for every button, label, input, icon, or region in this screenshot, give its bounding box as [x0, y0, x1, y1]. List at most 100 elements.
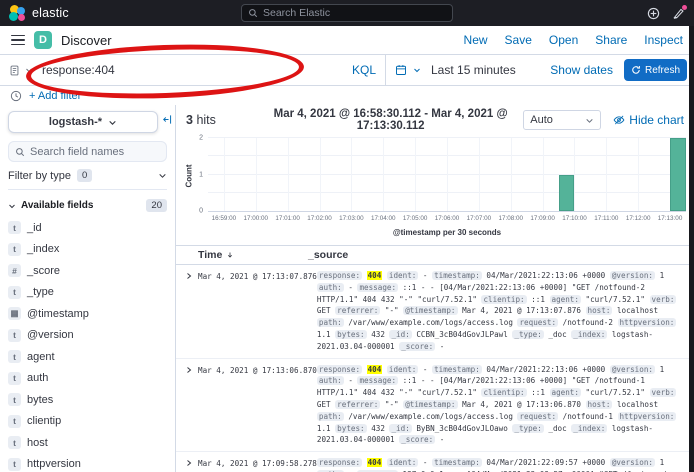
discover-app-badge[interactable]: D	[34, 31, 52, 49]
hide-chart-button[interactable]: Hide chart	[613, 113, 684, 127]
interval-select[interactable]: Auto	[523, 110, 601, 130]
field-item-httpversion[interactable]: thttpversion	[8, 454, 167, 472]
available-fields-header[interactable]: Available fields 20	[0, 190, 175, 217]
show-dates-button[interactable]: Show dates	[550, 63, 613, 77]
field-type-icon: t	[8, 221, 21, 234]
x-tick-label: 17:08:00	[498, 215, 523, 222]
query-bar: response:404 KQL Last 15 minutes Show da…	[0, 55, 694, 86]
query-input[interactable]: response:404 KQL	[0, 55, 386, 85]
filter-options-clock-icon[interactable]	[10, 90, 22, 102]
x-tick-label: 17:05:00	[403, 215, 428, 222]
x-tick-label: 17:06:00	[435, 215, 460, 222]
chevron-down-icon[interactable]	[25, 66, 33, 74]
field-search-input[interactable]	[30, 146, 160, 158]
field-badge: agent:	[550, 388, 581, 397]
time-range-label[interactable]: Last 15 minutes	[431, 63, 516, 77]
field-item-_id[interactable]: t_id	[8, 217, 167, 239]
table-body: Mar 4, 2021 @ 17:13:07.876response: 404 …	[176, 265, 694, 472]
field-list: t_idt_index#_scoret_type▦@timestamp t @ver…	[0, 217, 175, 472]
collapse-sidebar-icon[interactable]	[162, 114, 173, 125]
action-save[interactable]: Save	[505, 33, 532, 47]
interval-value: Auto	[530, 114, 553, 126]
hits-label: hits	[196, 113, 215, 127]
action-open[interactable]: Open	[549, 33, 578, 47]
field-value: GET	[317, 306, 331, 315]
field-type-icon: t	[8, 286, 21, 299]
field-name: auth	[27, 372, 48, 384]
field-badge: _index:	[571, 330, 607, 339]
table-row: Mar 4, 2021 @ 17:13:07.876response: 404 …	[176, 265, 694, 359]
documents-table: Time _source Mar 4, 2021 @ 17:13:07.876r…	[176, 245, 694, 472]
histogram-bar[interactable]	[559, 175, 575, 212]
field-item-bytes[interactable]: tbytes	[8, 389, 167, 411]
expand-row-chevron-icon[interactable]	[180, 270, 198, 353]
query-language-button[interactable]: KQL	[352, 63, 376, 77]
global-search-input[interactable]	[263, 7, 446, 19]
field-badge: path:	[317, 412, 344, 421]
elastic-logo-icon[interactable]	[9, 5, 26, 22]
field-badge: ident:	[387, 365, 418, 374]
action-share[interactable]: Share	[595, 33, 627, 47]
x-tick-label: 17:11:00	[594, 215, 618, 222]
global-search-bar[interactable]	[241, 4, 453, 22]
field-badge: _id:	[389, 424, 411, 433]
histogram-bar[interactable]	[670, 138, 686, 211]
notification-dot	[682, 5, 687, 10]
field-item-timestamp[interactable]: ▦@timestamp	[8, 303, 167, 325]
newsfeed-icon[interactable]	[672, 7, 685, 20]
field-value: "-"	[385, 306, 399, 315]
field-type-icon: t	[8, 329, 21, 342]
action-new[interactable]: New	[464, 33, 488, 47]
field-item-agent[interactable]: tagent	[8, 346, 167, 368]
menu-hamburger-icon[interactable]	[11, 35, 25, 46]
field-item-_score[interactable]: #_score	[8, 260, 167, 282]
window-edge-scrollbar[interactable]	[689, 26, 694, 472]
field-badge: response:	[317, 365, 362, 374]
x-tick-label: 17:10:00	[562, 215, 587, 222]
field-search-box[interactable]	[8, 141, 167, 162]
field-item-host[interactable]: thost	[8, 432, 167, 454]
y-axis-label: Count	[185, 164, 194, 187]
field-item-_index[interactable]: t_index	[8, 239, 167, 261]
refresh-button[interactable]: Refresh	[624, 59, 687, 81]
field-type-icon: t	[8, 436, 21, 449]
field-name: @version	[27, 329, 74, 341]
index-pattern-selector[interactable]: logstash-*	[8, 111, 158, 133]
field-badge: @timestamp:	[403, 306, 457, 315]
time-column-header[interactable]: Time	[198, 249, 308, 261]
time-range-display: Mar 4, 2021 @ 16:58:30.112 - Mar 4, 2021…	[266, 108, 515, 132]
query-text[interactable]: response:404	[38, 63, 347, 77]
calendar-icon[interactable]	[395, 64, 407, 76]
x-gridline	[320, 138, 321, 211]
x-gridline	[224, 138, 225, 211]
field-badge: httpversion:	[618, 318, 677, 327]
x-tick-label: 17:02:00	[307, 215, 332, 222]
page-title: Discover	[61, 33, 112, 48]
field-name: host	[27, 437, 48, 449]
x-tick-label: 17:12:00	[626, 215, 651, 222]
field-value: 432	[371, 330, 385, 339]
action-inspect[interactable]: Inspect	[644, 33, 683, 47]
y-tick-label: 0	[199, 208, 203, 215]
saved-query-menu-icon[interactable]	[9, 65, 20, 76]
field-item-auth[interactable]: tauth	[8, 368, 167, 390]
date-picker: Last 15 minutes Show dates	[386, 55, 622, 85]
field-item-_type[interactable]: t_type	[8, 282, 167, 304]
field-badge: _type:	[512, 330, 543, 339]
help-icon[interactable]	[647, 7, 660, 20]
x-gridline	[543, 138, 544, 211]
field-badge: verb:	[650, 388, 677, 397]
field-badge: host:	[586, 306, 613, 315]
field-type-icon: t	[8, 243, 21, 256]
table-header: Time _source	[176, 245, 694, 265]
filter-by-type-toggle[interactable]: Filter by type 0	[8, 169, 167, 190]
source-cell: response: 404 ident: - timestamp: 04/Mar…	[317, 270, 690, 353]
expand-row-chevron-icon[interactable]	[180, 457, 198, 472]
expand-row-chevron-icon[interactable]	[180, 364, 198, 447]
chevron-down-icon[interactable]	[413, 66, 421, 74]
field-badge: _score:	[399, 342, 435, 351]
field-item-version[interactable]: t @version	[8, 325, 167, 347]
field-item-clientip[interactable]: tclientip	[8, 411, 167, 433]
add-filter-button[interactable]: + Add filter	[29, 90, 81, 102]
x-tick-label: 17:13:00	[658, 215, 683, 222]
